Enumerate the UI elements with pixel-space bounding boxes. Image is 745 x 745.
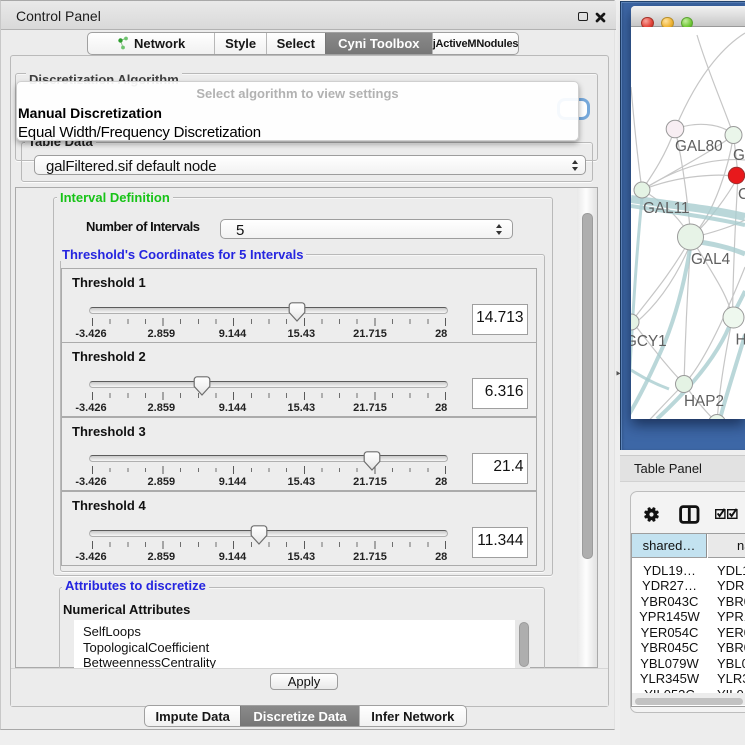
svg-text:HAP2: HAP2	[684, 393, 724, 410]
svg-text:GAL4: GAL4	[691, 251, 731, 268]
svg-text:GAL80: GAL80	[675, 138, 723, 155]
svg-text:H: H	[736, 332, 745, 349]
svg-text:GCY1: GCY1	[631, 333, 667, 350]
svg-text:GAL11: GAL11	[643, 200, 690, 217]
svg-text:C: C	[738, 186, 745, 203]
svg-text:GA: GA	[733, 147, 745, 164]
